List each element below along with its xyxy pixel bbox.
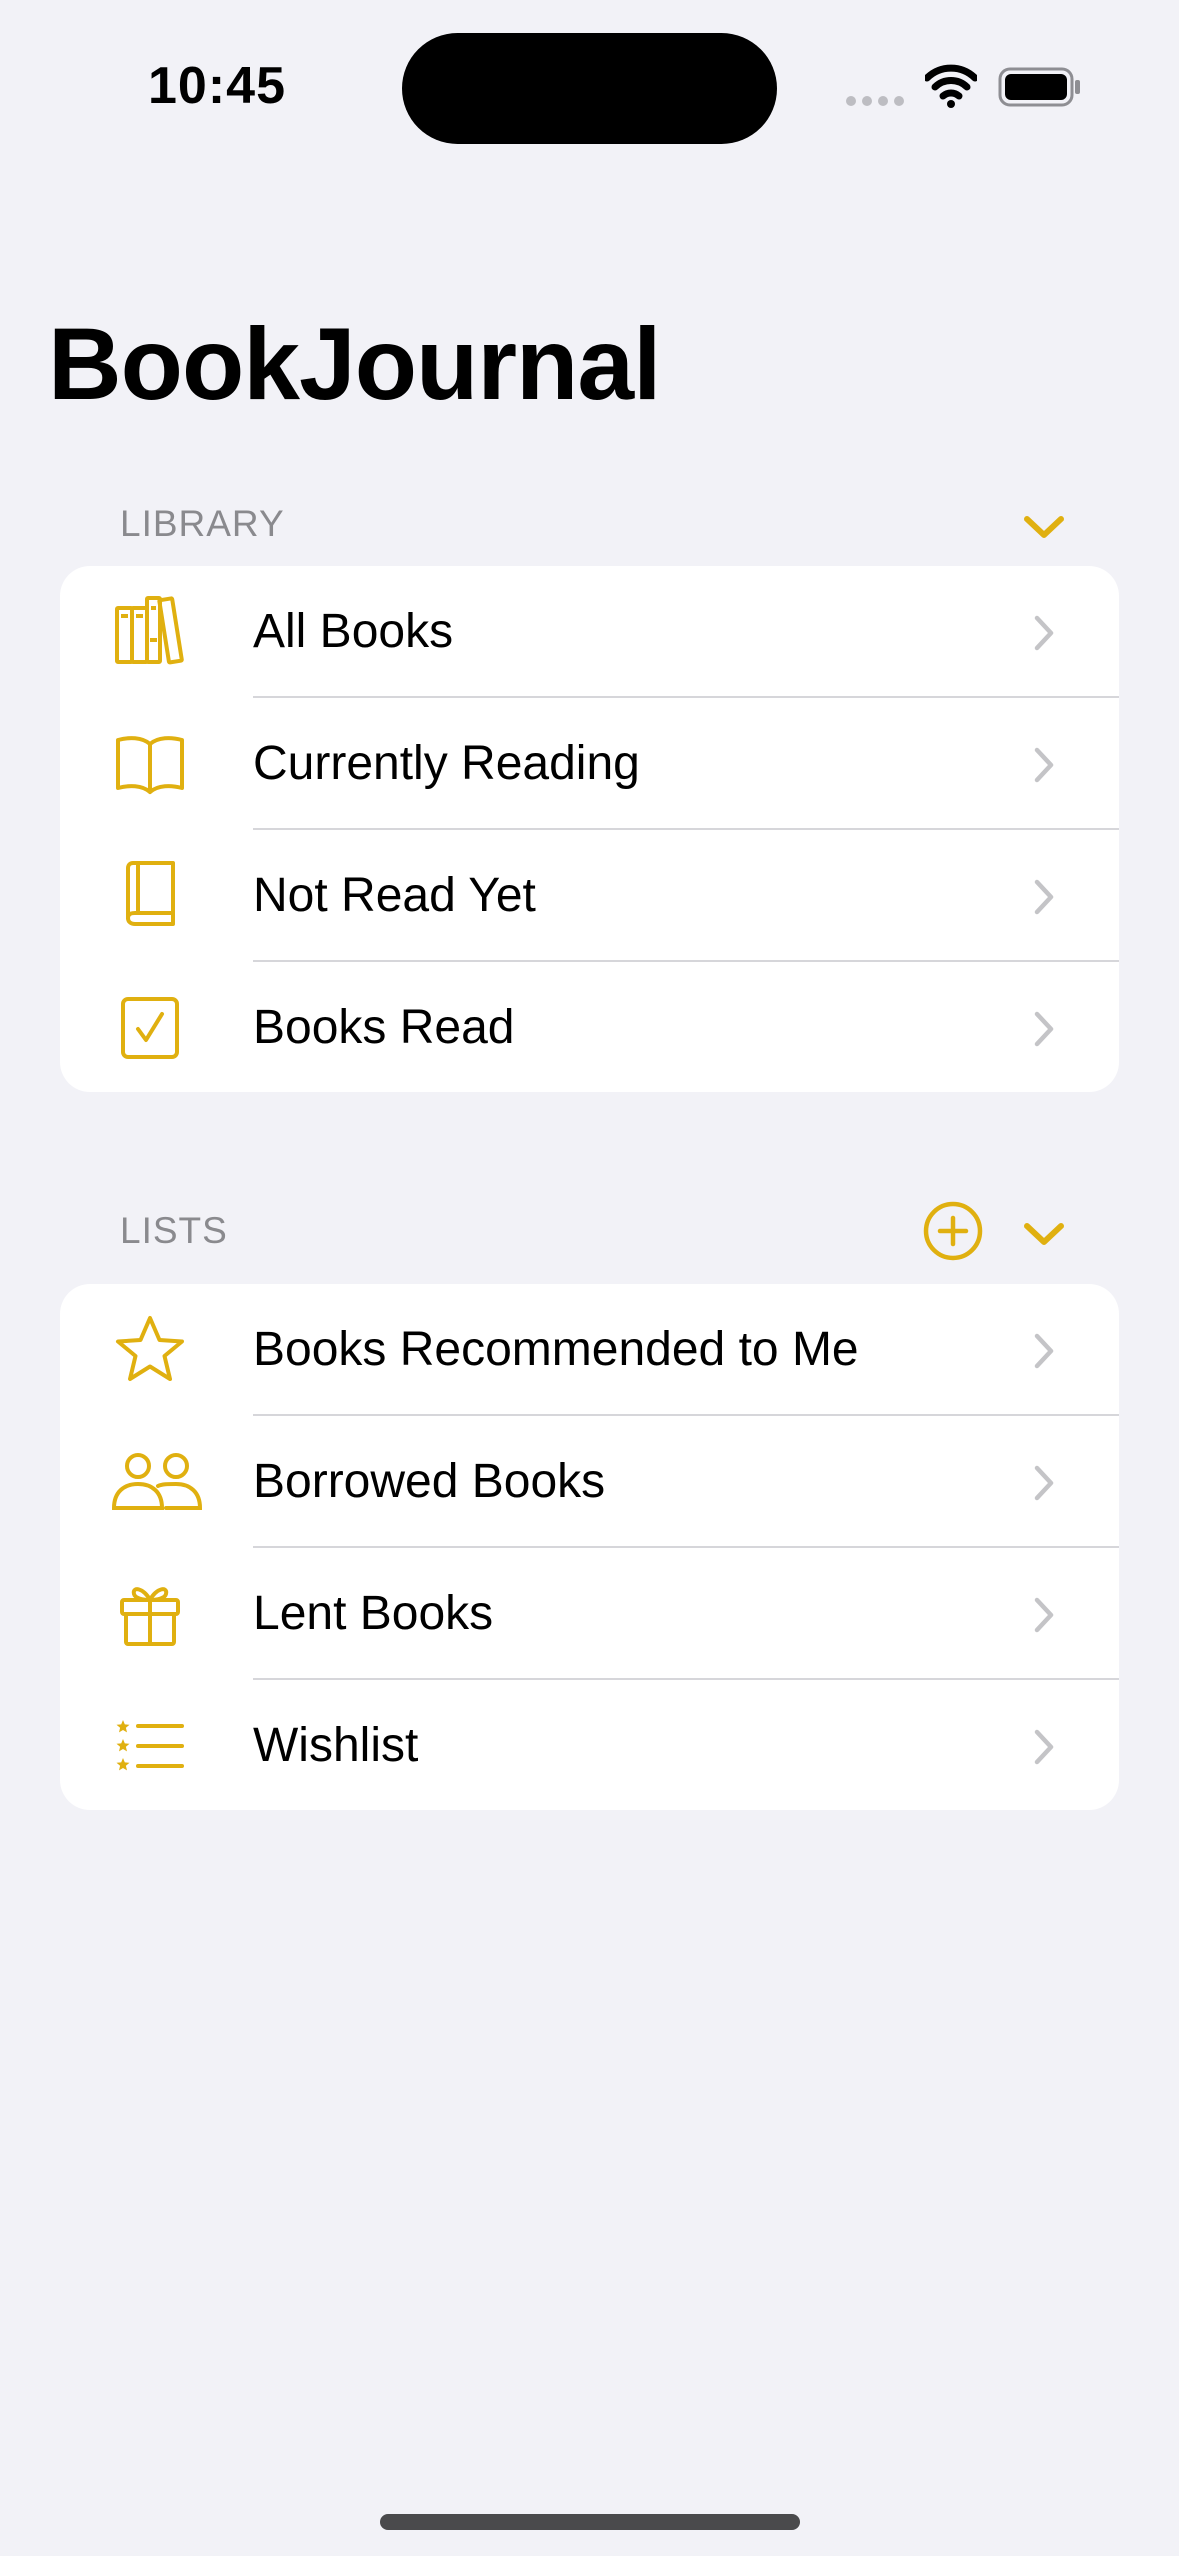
lists-collapse-chevron-icon[interactable] <box>1022 1219 1066 1249</box>
sidebar-item-label: Wishlist <box>253 1719 419 1772</box>
sidebar-item-lent-books[interactable]: Lent Books <box>60 1548 1119 1680</box>
status-time: 10:45 <box>148 57 286 115</box>
lists-section-header: LISTS <box>120 1210 228 1251</box>
two-people-icon <box>111 1453 203 1510</box>
chevron-right-icon <box>1034 879 1054 915</box>
chevron-right-icon <box>1034 1729 1054 1765</box>
books-shelf-icon <box>115 596 184 665</box>
add-list-button[interactable] <box>922 1200 984 1262</box>
chevron-right-icon <box>1034 1011 1054 1047</box>
cellular-signal-icon <box>846 96 904 106</box>
library-collapse-chevron-icon[interactable] <box>1022 512 1066 542</box>
sidebar-item-not-read-yet[interactable]: Not Read Yet <box>60 830 1119 962</box>
checkmark-square-icon <box>121 997 179 1059</box>
home-indicator[interactable] <box>380 2514 800 2530</box>
chevron-right-icon <box>1034 747 1054 783</box>
sidebar-item-books-read[interactable]: Books Read <box>60 962 1119 1092</box>
library-list: All Books Currently Reading Not Read Yet… <box>60 566 1119 1092</box>
sidebar-item-currently-reading[interactable]: Currently Reading <box>60 698 1119 830</box>
status-bar: 10:45 <box>0 0 1179 160</box>
chevron-right-icon <box>1034 615 1054 651</box>
chevron-right-icon <box>1034 1465 1054 1501</box>
dynamic-island <box>402 33 777 144</box>
gift-icon <box>120 1587 180 1646</box>
sidebar-item-label: All Books <box>253 605 454 658</box>
open-book-icon <box>116 736 184 794</box>
closed-book-icon <box>126 861 175 926</box>
chevron-right-icon <box>1034 1597 1054 1633</box>
sidebar-item-label: Lent Books <box>253 1587 494 1640</box>
sidebar-item-borrowed-books[interactable]: Borrowed Books <box>60 1416 1119 1548</box>
sidebar-item-books-recommended[interactable]: Books Recommended to Me <box>60 1284 1119 1416</box>
sidebar-item-label: Borrowed Books <box>253 1455 606 1508</box>
wifi-icon <box>925 64 977 108</box>
sidebar-item-label: Currently Reading <box>253 737 640 790</box>
sidebar-item-all-books[interactable]: All Books <box>60 566 1119 698</box>
star-icon <box>116 1316 184 1381</box>
sidebar-item-label: Books Read <box>253 1001 515 1054</box>
sidebar-item-label: Not Read Yet <box>253 869 536 922</box>
star-list-icon <box>116 1720 184 1771</box>
sidebar-item-wishlist[interactable]: Wishlist <box>60 1680 1119 1810</box>
chevron-right-icon <box>1034 1333 1054 1369</box>
battery-icon <box>998 67 1080 107</box>
lists-list: Books Recommended to Me Borrowed Books L… <box>60 1284 1119 1810</box>
sidebar-item-label: Books Recommended to Me <box>253 1323 859 1376</box>
page-title: BookJournal <box>48 307 661 421</box>
library-section-header: LIBRARY <box>120 503 285 544</box>
